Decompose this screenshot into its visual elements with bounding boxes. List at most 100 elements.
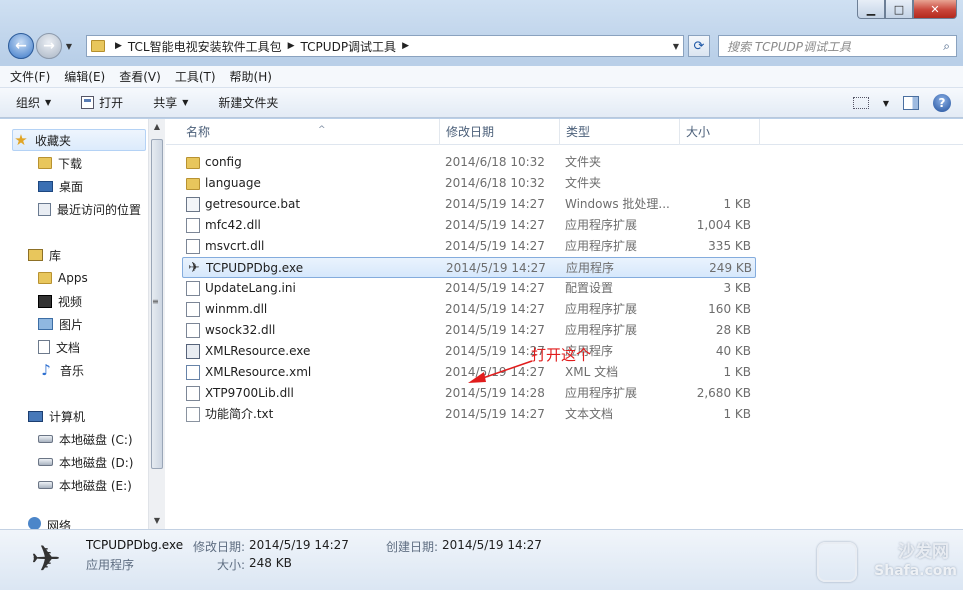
menu-tools[interactable]: 工具(T) bbox=[175, 68, 216, 85]
dll-file-icon bbox=[186, 323, 200, 338]
nav-label: 音乐 bbox=[60, 363, 85, 378]
nav-drive-c[interactable]: 本地磁盘 (C:) bbox=[38, 428, 133, 450]
table-row[interactable]: getresource.bat 2014/5/19 14:27 Windows 批处… bbox=[182, 194, 756, 215]
table-row[interactable]: config 2014/6/18 10:32 文件夹 bbox=[182, 152, 756, 173]
menu-file[interactable]: 文件(F) bbox=[10, 68, 50, 85]
details-size-value: 248 KB bbox=[249, 556, 292, 570]
nav-label: 视频 bbox=[58, 294, 83, 309]
minimize-button[interactable]: ▁ bbox=[857, 0, 885, 19]
change-view-icon[interactable] bbox=[852, 97, 869, 109]
dll-file-icon bbox=[186, 302, 200, 317]
file-type: 应用程序扩展 bbox=[565, 218, 638, 232]
nav-label: 网络 bbox=[47, 519, 72, 529]
search-icon[interactable]: ⌕ bbox=[943, 39, 950, 54]
nav-pictures[interactable]: 图片 bbox=[38, 313, 83, 335]
column-date[interactable]: 修改日期 bbox=[440, 119, 560, 145]
file-size: 160 KB bbox=[708, 302, 751, 316]
navigation-row: ← → ▼ ▶ TCL智能电视安装软件工具包 ▶ TCPUDP调试工具 ▶ ▼ … bbox=[8, 32, 957, 60]
history-dropdown-icon[interactable]: ▼ bbox=[62, 42, 76, 51]
column-size[interactable]: 大小 bbox=[680, 119, 760, 145]
file-date: 2014/5/19 14:27 bbox=[445, 302, 545, 316]
library-icon bbox=[28, 249, 43, 261]
menu-bar: 文件(F) 编辑(E) 查看(V) 工具(T) 帮助(H) bbox=[0, 66, 963, 88]
file-date: 2014/6/18 10:32 bbox=[445, 155, 545, 169]
table-row[interactable]: mfc42.dll 2014/5/19 14:27 应用程序扩展 1,004 KB bbox=[182, 215, 756, 236]
file-type: 应用程序 bbox=[566, 261, 615, 275]
nav-desktop[interactable]: 桌面 bbox=[38, 175, 83, 197]
share-button[interactable]: 共享 ▼ bbox=[153, 94, 188, 111]
address-bar[interactable]: ▶ TCL智能电视安装软件工具包 ▶ TCPUDP调试工具 ▶ ▼ bbox=[86, 35, 684, 57]
column-type[interactable]: 类型 bbox=[560, 119, 680, 145]
file-date: 2014/5/19 14:27 bbox=[446, 261, 546, 275]
forward-button[interactable]: → bbox=[36, 33, 62, 59]
file-name: winmm.dll bbox=[205, 302, 268, 316]
nav-apps[interactable]: Apps bbox=[38, 267, 88, 289]
table-row[interactable]: msvcrt.dll 2014/5/19 14:27 应用程序扩展 335 KB bbox=[182, 236, 756, 257]
nav-computer[interactable]: 计算机 bbox=[28, 405, 85, 427]
column-name[interactable]: 名称 ^ bbox=[180, 119, 440, 145]
annotation-text: 打开这个 bbox=[531, 346, 592, 364]
refresh-button[interactable]: ⟳ bbox=[688, 35, 710, 57]
open-button[interactable]: 打开 bbox=[81, 94, 123, 111]
address-dropdown-icon[interactable]: ▼ bbox=[673, 42, 679, 51]
breadcrumb-item[interactable]: TCL智能电视安装软件工具包 bbox=[128, 38, 282, 55]
breadcrumb-arrow-icon[interactable]: ▶ bbox=[402, 41, 409, 51]
sort-ascending-icon: ^ bbox=[318, 125, 326, 135]
preview-pane-icon[interactable] bbox=[903, 96, 919, 110]
table-row[interactable]: ✈ TCPUDPDbg.exe 2014/5/19 14:27 应用程序 249 KB bbox=[182, 257, 756, 278]
menu-view[interactable]: 查看(V) bbox=[119, 68, 161, 85]
file-size: 2,680 KB bbox=[696, 386, 751, 400]
scroll-down-icon[interactable]: ▼ bbox=[149, 513, 165, 529]
nav-scrollbar[interactable]: ▲ ≡ ▼ bbox=[148, 119, 165, 529]
back-button[interactable]: ← bbox=[8, 33, 34, 59]
nav-recent[interactable]: 最近访问的位置 bbox=[38, 198, 141, 220]
nav-favorites[interactable]: ★ 收藏夹 bbox=[12, 129, 146, 151]
nav-documents[interactable]: 文档 bbox=[38, 336, 80, 358]
breadcrumb-arrow-icon[interactable]: ▶ bbox=[115, 41, 122, 51]
close-button[interactable]: ✕ bbox=[913, 0, 957, 19]
music-note-icon: ♪ bbox=[41, 361, 51, 379]
nav-downloads[interactable]: 下载 bbox=[38, 152, 82, 174]
close-icon: ✕ bbox=[930, 2, 940, 16]
file-date: 2014/5/19 14:27 bbox=[445, 407, 545, 421]
nav-videos[interactable]: 视频 bbox=[38, 290, 82, 312]
nav-label: 库 bbox=[49, 248, 62, 263]
organize-button[interactable]: 组织 ▼ bbox=[16, 94, 51, 111]
details-filename: TCPUDPDbg.exe bbox=[86, 538, 184, 552]
search-input[interactable]: 搜索 TCPUDP调试工具 ⌕ bbox=[718, 35, 957, 57]
table-row[interactable]: XTP9700Lib.dll 2014/5/19 14:28 应用程序扩展 2,680… bbox=[182, 383, 756, 404]
nav-network[interactable]: 网络 bbox=[28, 517, 71, 529]
details-kind: 应用程序 bbox=[86, 558, 135, 572]
command-bar: 组织 ▼ 打开 共享 ▼ 新建文件夹 ▼ ? bbox=[0, 88, 963, 118]
new-folder-button[interactable]: 新建文件夹 bbox=[218, 94, 278, 111]
nav-music[interactable]: ♪ 音乐 bbox=[38, 359, 84, 381]
table-row[interactable]: UpdateLang.ini 2014/5/19 14:27 配置设置 3 KB bbox=[182, 278, 756, 299]
menu-help[interactable]: 帮助(H) bbox=[230, 68, 272, 85]
nav-label: 本地磁盘 (D:) bbox=[59, 455, 134, 470]
file-date: 2014/5/19 14:27 bbox=[445, 197, 545, 211]
recent-places-icon bbox=[38, 202, 51, 216]
menu-edit[interactable]: 编辑(E) bbox=[64, 68, 105, 85]
folder-file-icon bbox=[186, 157, 200, 169]
breadcrumb-arrow-icon[interactable]: ▶ bbox=[288, 41, 295, 51]
help-icon[interactable]: ? bbox=[933, 94, 951, 112]
maximize-button[interactable]: □ bbox=[885, 0, 913, 19]
file-name: TCPUDPDbg.exe bbox=[206, 261, 304, 275]
desktop-icon bbox=[38, 180, 53, 192]
file-name: 功能简介.txt bbox=[205, 407, 274, 421]
nav-libraries[interactable]: 库 bbox=[28, 244, 61, 266]
nav-label: 计算机 bbox=[49, 409, 86, 424]
table-row[interactable]: 功能简介.txt 2014/5/19 14:27 文本文档 1 KB bbox=[182, 404, 756, 425]
file-type: 应用程序扩展 bbox=[565, 302, 638, 316]
table-row[interactable]: winmm.dll 2014/5/19 14:27 应用程序扩展 160 KB bbox=[182, 299, 756, 320]
table-row[interactable]: language 2014/6/18 10:32 文件夹 bbox=[182, 173, 756, 194]
scroll-up-icon[interactable]: ▲ bbox=[149, 119, 165, 135]
nav-drive-e[interactable]: 本地磁盘 (E:) bbox=[38, 474, 132, 496]
file-size: 1 KB bbox=[723, 197, 751, 211]
view-dropdown-icon[interactable]: ▼ bbox=[883, 99, 889, 108]
bat-file-icon bbox=[186, 197, 200, 212]
breadcrumb-item[interactable]: TCPUDP调试工具 bbox=[301, 38, 397, 55]
nav-label: 本地磁盘 (E:) bbox=[59, 478, 132, 493]
table-row[interactable]: wsock32.dll 2014/5/19 14:27 应用程序扩展 28 KB bbox=[182, 320, 756, 341]
nav-drive-d[interactable]: 本地磁盘 (D:) bbox=[38, 451, 133, 473]
